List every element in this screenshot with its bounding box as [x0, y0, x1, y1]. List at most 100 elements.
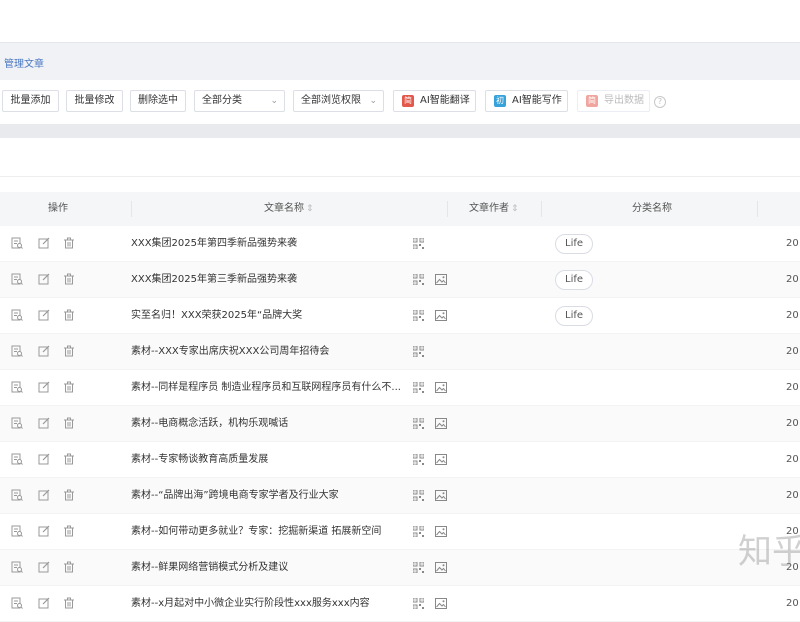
- spacer: [0, 177, 800, 192]
- article-title[interactable]: XXX集团2025年第四季新品强势来袭: [131, 226, 401, 261]
- edit-icon[interactable]: [38, 273, 50, 285]
- preview-icon[interactable]: [11, 345, 23, 357]
- table-row[interactable]: 实至名归！XXX荣获2025年“品牌大奖 Life 20: [0, 298, 800, 334]
- ai-translate-button[interactable]: 简 AI智能翻译: [393, 90, 476, 112]
- table-row[interactable]: 素材--专家畅谈教育高质量发展 20: [0, 442, 800, 478]
- section-divider: [0, 124, 800, 138]
- sort-icon[interactable]: ⇕: [511, 204, 519, 214]
- image-icon[interactable]: [435, 310, 447, 321]
- article-title[interactable]: 素材--鲜果网络营销模式分析及建议: [131, 550, 401, 585]
- image-icon[interactable]: [435, 526, 447, 537]
- export-button[interactable]: 简 导出数据: [577, 90, 650, 112]
- qrcode-icon[interactable]: [412, 345, 425, 358]
- table-row[interactable]: 素材--XXX专家出席庆祝XXX公司周年招待会 20: [0, 334, 800, 370]
- delete-icon[interactable]: [63, 417, 75, 429]
- table-row[interactable]: 素材--电商概念活跃，机构乐观喊话 20: [0, 406, 800, 442]
- table-row[interactable]: XXX集团2025年第三季新品强势来袭 Life 20: [0, 262, 800, 298]
- preview-icon[interactable]: [11, 561, 23, 573]
- preview-icon[interactable]: [11, 417, 23, 429]
- delete-icon[interactable]: [63, 489, 75, 501]
- edit-icon[interactable]: [38, 453, 50, 465]
- qrcode-icon[interactable]: [412, 453, 425, 466]
- delete-icon[interactable]: [63, 237, 75, 249]
- preview-icon[interactable]: [11, 309, 23, 321]
- column-separator: [447, 201, 448, 217]
- column-separator: [131, 201, 132, 217]
- article-title[interactable]: 素材--如何带动更多就业？专家：挖掘新渠道 拓展新空间: [131, 514, 401, 549]
- batch-edit-button[interactable]: 批量修改: [66, 90, 123, 112]
- article-title[interactable]: 素材--x月起对中小微企业实行阶段性xxx服务xxx内容: [131, 586, 401, 621]
- publish-date: 20: [786, 238, 799, 249]
- preview-icon[interactable]: [11, 525, 23, 537]
- qrcode-icon[interactable]: [412, 273, 425, 286]
- batch-add-button[interactable]: 批量添加: [2, 90, 59, 112]
- article-title[interactable]: 实至名归！XXX荣获2025年“品牌大奖: [131, 298, 401, 333]
- preview-icon[interactable]: [11, 381, 23, 393]
- preview-icon[interactable]: [11, 273, 23, 285]
- edit-icon[interactable]: [38, 309, 50, 321]
- image-icon[interactable]: [435, 274, 447, 285]
- delete-icon[interactable]: [63, 453, 75, 465]
- image-icon[interactable]: [435, 490, 447, 501]
- article-title[interactable]: 素材--电商概念活跃，机构乐观喊话: [131, 406, 401, 441]
- article-title[interactable]: 素材--同样是程序员 制造业程序员和互联网程序员有什么不...: [131, 370, 401, 405]
- delete-icon[interactable]: [63, 525, 75, 537]
- qrcode-icon[interactable]: [412, 525, 425, 538]
- header-author-label: 文章作者: [469, 203, 509, 214]
- qrcode-icon[interactable]: [412, 489, 425, 502]
- table-row[interactable]: XXX集团2025年第四季新品强势来袭 Life 20: [0, 226, 800, 262]
- article-title[interactable]: 素材--XXX专家出席庆祝XXX公司周年招待会: [131, 334, 401, 369]
- top-blank-area: [0, 0, 800, 42]
- delete-icon[interactable]: [63, 309, 75, 321]
- category-tag: Life: [555, 234, 594, 254]
- header-author[interactable]: 文章作者 ⇕: [469, 192, 519, 226]
- category-select[interactable]: 全部分类 ⌄: [194, 90, 285, 112]
- qrcode-icon[interactable]: [412, 381, 425, 394]
- table-row[interactable]: 素材--“品牌出海”跨境电商专家学者及行业大家 20: [0, 478, 800, 514]
- delete-icon[interactable]: [63, 597, 75, 609]
- table-row[interactable]: 素材--同样是程序员 制造业程序员和互联网程序员有什么不... 20: [0, 370, 800, 406]
- qrcode-icon[interactable]: [412, 561, 425, 574]
- export-label: 导出数据: [604, 95, 644, 106]
- edit-icon[interactable]: [38, 525, 50, 537]
- edit-icon[interactable]: [38, 597, 50, 609]
- edit-icon[interactable]: [38, 381, 50, 393]
- publish-date: 20: [786, 418, 799, 429]
- article-title[interactable]: XXX集团2025年第三季新品强势来袭: [131, 262, 401, 297]
- permission-select[interactable]: 全部浏览权限 ⌄: [293, 90, 384, 112]
- article-title[interactable]: 素材--专家畅谈教育高质量发展: [131, 442, 401, 477]
- edit-icon[interactable]: [38, 345, 50, 357]
- delete-icon[interactable]: [63, 345, 75, 357]
- image-icon[interactable]: [435, 418, 447, 429]
- publish-date: 20: [786, 598, 799, 609]
- preview-icon[interactable]: [11, 453, 23, 465]
- breadcrumb[interactable]: 管理文章: [4, 55, 44, 70]
- edit-icon[interactable]: [38, 417, 50, 429]
- preview-icon[interactable]: [11, 597, 23, 609]
- sort-icon[interactable]: ⇕: [306, 204, 314, 214]
- edit-icon[interactable]: [38, 237, 50, 249]
- image-icon[interactable]: [435, 454, 447, 465]
- preview-icon[interactable]: [11, 237, 23, 249]
- header-band: [0, 42, 800, 81]
- delete-icon[interactable]: [63, 561, 75, 573]
- article-title[interactable]: 素材--“品牌出海”跨境电商专家学者及行业大家: [131, 478, 401, 513]
- table-row[interactable]: 素材--x月起对中小微企业实行阶段性xxx服务xxx内容 20: [0, 586, 800, 622]
- table-row[interactable]: 素材--鲜果网络营销模式分析及建议 20: [0, 550, 800, 586]
- preview-icon[interactable]: [11, 489, 23, 501]
- image-icon[interactable]: [435, 562, 447, 573]
- delete-icon[interactable]: [63, 273, 75, 285]
- edit-icon[interactable]: [38, 561, 50, 573]
- help-icon[interactable]: ?: [654, 96, 666, 108]
- delete-selected-button[interactable]: 删除选中: [130, 90, 186, 112]
- edit-icon[interactable]: [38, 489, 50, 501]
- qrcode-icon[interactable]: [412, 417, 425, 430]
- delete-icon[interactable]: [63, 381, 75, 393]
- qrcode-icon[interactable]: [412, 309, 425, 322]
- table-row[interactable]: 素材--如何带动更多就业？专家：挖掘新渠道 拓展新空间 20: [0, 514, 800, 550]
- header-category: 分类名称: [632, 203, 672, 214]
- ai-write-button[interactable]: 初 AI智能写作: [485, 90, 568, 112]
- image-icon[interactable]: [435, 382, 447, 393]
- header-title[interactable]: 文章名称 ⇕: [264, 192, 314, 226]
- qrcode-icon[interactable]: [412, 237, 425, 250]
